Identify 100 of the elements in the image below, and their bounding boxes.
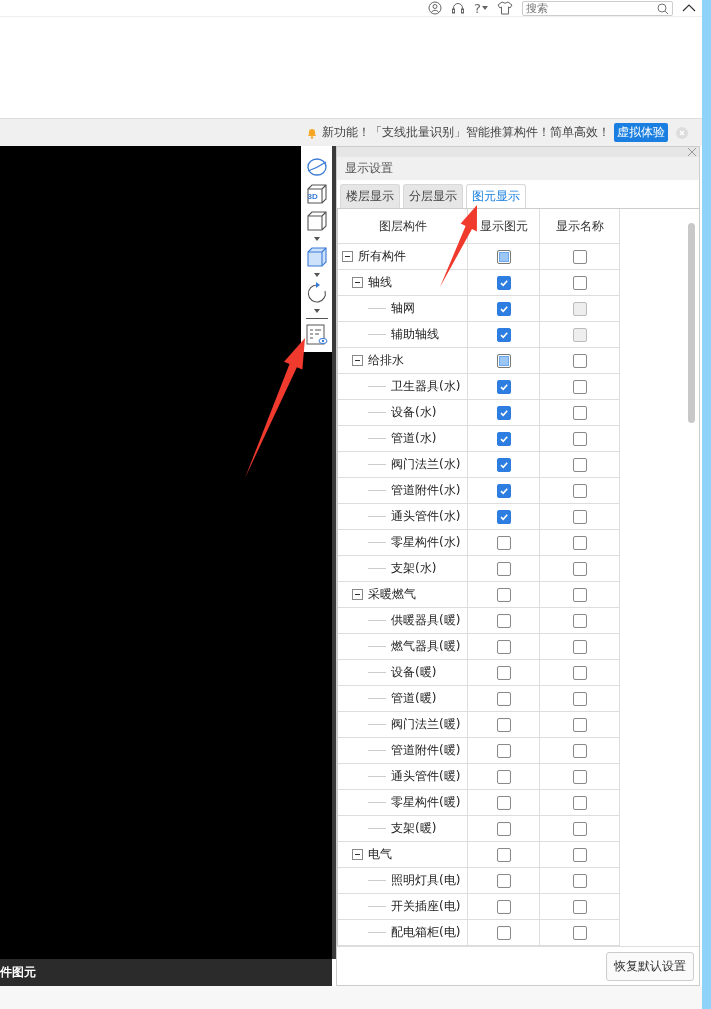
checkbox[interactable] <box>572 379 587 394</box>
checkbox[interactable] <box>496 483 511 498</box>
user-icon[interactable] <box>428 1 443 15</box>
collapse-toggle[interactable] <box>352 849 363 860</box>
checkbox[interactable] <box>496 379 511 394</box>
search-icon[interactable] <box>657 2 669 15</box>
check-icon <box>498 407 509 418</box>
search-field[interactable]: 搜索 <box>522 0 673 16</box>
cube-icon[interactable] <box>305 246 328 268</box>
checkbox[interactable] <box>496 795 511 810</box>
scrollbar-thumb[interactable] <box>688 223 695 423</box>
checkbox[interactable] <box>496 327 511 342</box>
checkbox[interactable] <box>572 795 587 810</box>
checkbox[interactable] <box>572 353 587 368</box>
checkbox[interactable] <box>496 405 511 420</box>
orbit-icon[interactable] <box>305 156 328 178</box>
checkbox[interactable] <box>496 561 511 576</box>
checkbox[interactable] <box>496 613 511 628</box>
checkbox[interactable] <box>496 535 511 550</box>
checkbox[interactable] <box>496 743 511 758</box>
collapse-toggle[interactable] <box>342 251 353 262</box>
notice-text: 新功能！「支线批量识别」智能推算构件！简单高效！ <box>322 124 610 141</box>
layer-label: 通头管件(暖) <box>391 768 461 785</box>
restore-defaults-button[interactable]: 恢复默认设置 <box>606 951 694 981</box>
checkbox[interactable] <box>572 431 587 446</box>
checkbox[interactable] <box>572 691 587 706</box>
checkbox[interactable] <box>496 275 511 290</box>
checkbox[interactable] <box>572 639 587 654</box>
caret-icon[interactable] <box>313 237 320 241</box>
checkbox[interactable] <box>572 717 587 732</box>
checkbox[interactable] <box>496 301 511 316</box>
try-button[interactable]: 虚拟体验 <box>614 123 668 142</box>
layer-label: 开关插座(电) <box>391 898 461 915</box>
layer-label: 阀门法兰(暖) <box>391 716 461 733</box>
checkbox[interactable] <box>572 249 587 264</box>
checkbox[interactable] <box>496 847 511 862</box>
checkbox[interactable] <box>572 457 587 472</box>
layer-label: 燃气器具(暖) <box>391 638 461 655</box>
checkbox[interactable] <box>572 899 587 914</box>
checkbox[interactable] <box>496 509 511 524</box>
checkbox[interactable] <box>496 717 511 732</box>
drawing-canvas[interactable]: 3D <box>0 146 332 959</box>
checkbox[interactable] <box>572 587 587 602</box>
checkbox[interactable] <box>572 769 587 784</box>
checkbox[interactable] <box>572 925 587 940</box>
caret-icon[interactable] <box>313 309 320 313</box>
checkbox[interactable] <box>496 639 511 654</box>
layer-label: 轴线 <box>368 274 392 291</box>
layer-label: 管道(水) <box>391 430 437 447</box>
collapse-toggle[interactable] <box>352 589 363 600</box>
checkbox[interactable] <box>572 275 587 290</box>
collapse-toggle[interactable] <box>352 355 363 366</box>
checkbox[interactable] <box>572 821 587 836</box>
checkbox[interactable] <box>572 483 587 498</box>
3d-view-button[interactable]: 3D <box>305 183 328 205</box>
checkbox[interactable] <box>496 665 511 680</box>
layer-label: 支架(暖) <box>391 820 437 837</box>
rotate-icon[interactable] <box>305 282 328 304</box>
3d-label: 3D <box>307 193 318 201</box>
checkbox[interactable] <box>572 535 587 550</box>
display-list-icon[interactable] <box>305 324 328 346</box>
checkbox[interactable] <box>496 691 511 706</box>
tab[interactable]: 楼层显示 <box>340 184 400 208</box>
checkbox[interactable] <box>496 457 511 472</box>
help-menu[interactable]: ? <box>474 0 488 16</box>
caret-icon[interactable] <box>313 273 320 277</box>
cube-icon[interactable] <box>305 210 328 232</box>
layer-label: 电气 <box>368 846 392 863</box>
checkbox[interactable] <box>496 899 511 914</box>
checkbox[interactable] <box>572 665 587 680</box>
layer-label: 设备(水) <box>391 404 437 421</box>
checkbox[interactable] <box>572 743 587 758</box>
layer-label: 采暖燃气 <box>368 586 416 603</box>
collapse-caret-icon[interactable] <box>682 3 696 13</box>
layer-label: 供暖器具(暖) <box>391 612 461 629</box>
checkbox[interactable] <box>496 769 511 784</box>
check-icon <box>498 511 509 522</box>
checkbox[interactable] <box>572 873 587 888</box>
checkbox[interactable] <box>572 405 587 420</box>
close-icon[interactable] <box>688 148 696 156</box>
collapse-toggle[interactable] <box>352 277 363 288</box>
headset-icon[interactable] <box>451 1 466 15</box>
checkbox[interactable] <box>496 925 511 940</box>
checkbox[interactable] <box>572 847 587 862</box>
checkbox[interactable] <box>496 431 511 446</box>
layer-label: 零星构件(暖) <box>391 794 461 811</box>
cube-icon <box>305 183 328 205</box>
tab[interactable]: 图元显示 <box>466 184 526 208</box>
tab[interactable]: 分层显示 <box>403 184 463 208</box>
checkbox[interactable] <box>572 561 587 576</box>
checkbox[interactable] <box>572 613 587 628</box>
layer-label: 照明灯具(电) <box>391 872 461 889</box>
column-header: 显示名称 <box>540 209 620 243</box>
checkbox[interactable] <box>496 587 511 602</box>
checkbox[interactable] <box>496 873 511 888</box>
checkbox[interactable] <box>496 821 511 836</box>
checkbox[interactable] <box>572 509 587 524</box>
shirt-icon[interactable] <box>497 1 513 15</box>
check-icon <box>498 459 509 470</box>
splitter-handle[interactable] <box>332 146 336 959</box>
